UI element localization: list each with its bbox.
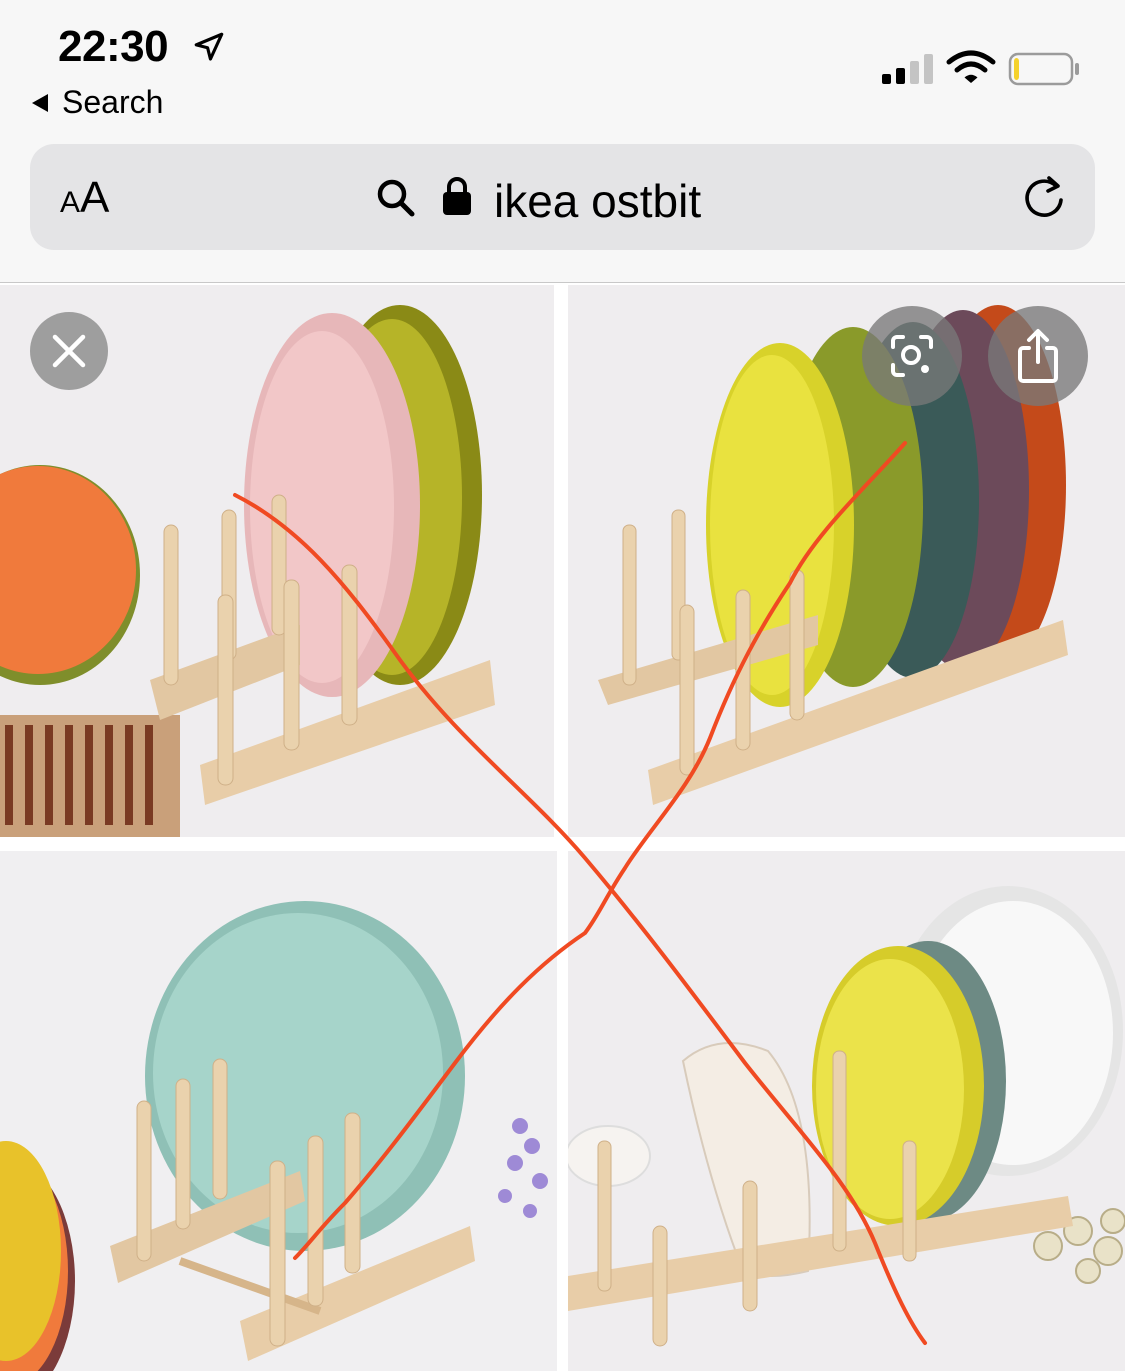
close-icon: [52, 334, 86, 368]
cellular-signal-icon: [882, 54, 933, 84]
status-bar: 22:30 Search: [0, 0, 1125, 140]
battery-low-icon: [1008, 52, 1079, 86]
location-arrow-icon: [194, 32, 224, 61]
gallery-image-3[interactable]: [0, 851, 557, 1371]
back-label: Search: [62, 84, 164, 120]
visual-lookup-icon: [891, 335, 933, 377]
close-button[interactable]: [30, 312, 108, 390]
share-icon: [1018, 329, 1058, 383]
back-arrow-icon: [32, 93, 48, 112]
search-icon: [377, 179, 415, 217]
gallery-image-4[interactable]: [568, 851, 1125, 1371]
url-query-text: ikea ostbit: [494, 175, 702, 227]
plates-photo-3: [0, 851, 557, 1371]
share-button[interactable]: [988, 306, 1088, 406]
reload-icon[interactable]: [1018, 172, 1070, 224]
image-viewer: [0, 283, 1125, 1371]
text-size-large-a: A: [80, 173, 110, 222]
plates-photo-4: [568, 851, 1125, 1371]
back-to-search-button[interactable]: Search: [32, 84, 163, 121]
status-time: 22:30: [58, 22, 169, 71]
text-size-button[interactable]: AA: [60, 176, 109, 220]
browser-toolbar: AA ikea ostbit: [0, 140, 1125, 283]
lock-icon: [443, 177, 471, 215]
address-bar[interactable]: AA ikea ostbit: [30, 144, 1095, 250]
wifi-icon: [946, 50, 996, 83]
visual-lookup-button[interactable]: [862, 306, 962, 406]
text-size-small-a: A: [60, 186, 81, 219]
